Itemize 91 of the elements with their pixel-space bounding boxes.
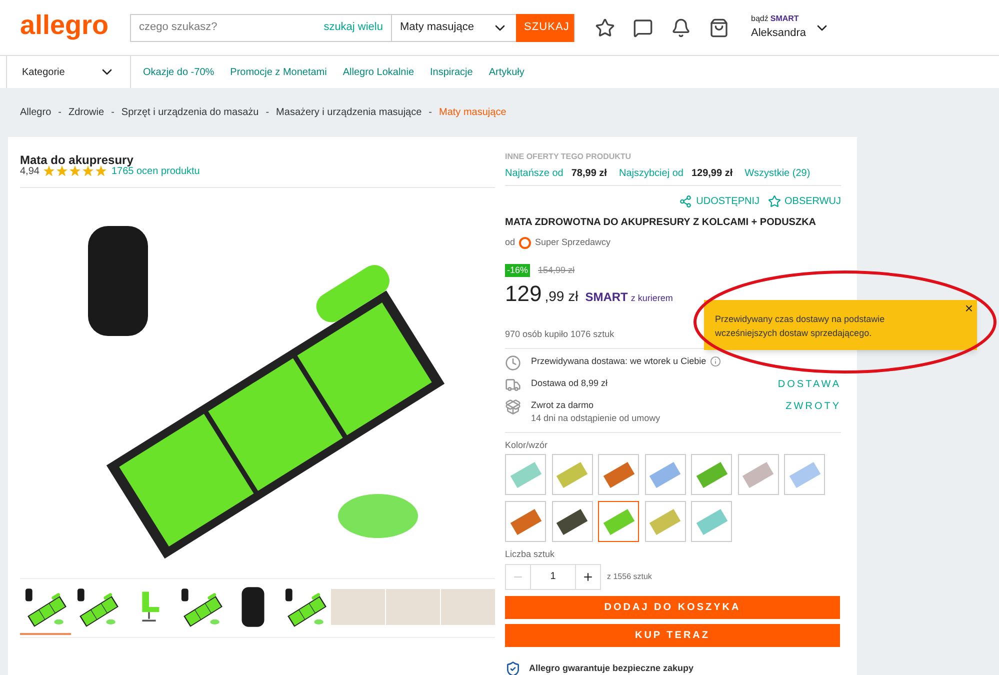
increment-button[interactable] [575,564,601,590]
color-swatch[interactable] [691,454,732,495]
clock-icon [505,354,521,370]
color-label: Kolor/wzór [505,438,549,452]
guarantee-text: Allegro gwarantuje bezpieczne zakupy [529,662,694,675]
offer-price: 129,99 zł [691,167,733,181]
breadcrumb-link[interactable]: Sprzęt i urządzenia do masażu [121,105,259,120]
box-icon [505,398,521,414]
chat-icon[interactable] [633,18,653,38]
breadcrumb-separator: - [58,106,62,120]
old-price: 154,99 zł [538,264,575,276]
breadcrumb-separator: - [266,106,270,120]
price-cents: ,99 zł [544,287,578,306]
search-button[interactable]: SZUKAJ [516,14,574,42]
bag-icon[interactable] [709,18,729,38]
search-many-link[interactable]: szukaj wielu [316,19,391,36]
close-button[interactable]: × [964,301,973,315]
photo-placeholder [386,589,440,625]
bell-icon[interactable] [671,18,691,38]
all-offers-link[interactable]: Wszystkie (29) [744,166,810,181]
star-icon [82,165,94,177]
offer-price: 78,99 zł [571,167,607,181]
price-main: 129 [505,280,542,308]
star-icon [768,195,780,208]
offer-link[interactable]: Najtańsze od [505,166,564,181]
add-to-cart-button[interactable]: DODAJ DO KOSZYKA [505,596,840,619]
delivery-text: Dostawa od 8,99 zł [531,376,608,390]
nav-link[interactable]: Allegro Lokalnie [342,64,414,80]
delivery-link[interactable]: ZWROTY [786,398,841,414]
star-icon [56,165,68,177]
info-icon[interactable] [710,356,722,367]
color-swatch[interactable] [691,501,732,542]
quantity-label: Liczba sztuk [505,548,556,561]
shield-icon [505,661,521,675]
color-swatch[interactable] [552,501,593,542]
bag-icon [240,584,266,630]
category-value: Maty masujące [400,20,474,36]
color-swatch[interactable] [644,454,686,495]
logo[interactable]: allegro [20,5,130,46]
smart-prefix: bądź [751,13,768,26]
star-icon [43,165,56,177]
breadcrumb-separator: - [428,106,432,120]
color-swatch[interactable] [784,454,826,495]
breadcrumb-link[interactable]: Masażery i urządzenia masujące [276,105,422,120]
photo-placeholder [330,589,385,625]
star-icon [95,165,108,177]
categories-dropdown[interactable]: Kategorie [6,56,131,88]
courier-text: z kurierem [630,292,673,305]
stock-text: z 1556 sztuk [607,570,652,582]
search-field[interactable]: czego szukasz? [131,19,316,36]
nav-link[interactable]: Promocje z Monetami [230,64,327,80]
nav-link[interactable]: Artykuły [488,64,524,80]
smart-label: SMART [770,13,799,26]
plus-icon [582,570,594,582]
photo-placeholder [440,589,495,625]
rating-value: 4,94 [20,164,40,178]
product-name: Mata do akupresury [20,152,134,167]
color-swatch[interactable] [644,501,686,542]
offer-title: MATA ZDROWOTNA DO AKUPRESURY Z KOLCAMI + PODUSZKA [505,216,816,230]
share-icon [679,195,692,208]
star-icon [69,165,82,177]
seller-name: Super Sprzedawcy [535,236,611,249]
color-swatch[interactable] [505,454,546,495]
delivery-subtext: 14 dni na odstąpienie od umowy [531,412,662,425]
categories-label: Kategorie [22,66,65,80]
breadcrumb-separator: - [111,106,114,120]
smart-label: SMART [585,289,628,306]
quantity-field[interactable]: 1 [531,564,575,590]
nav-link[interactable]: Okazje do -70% [143,64,214,80]
star-icon[interactable] [595,18,615,38]
offer-link[interactable]: Najszybciej od [618,166,684,181]
color-swatch[interactable] [505,501,546,542]
breadcrumb-link[interactable]: Allegro [20,105,52,120]
delivery-text: Przewidywana dostawa: we wtorek u Ciebie [531,354,706,368]
buy-now-button[interactable]: KUP TERAZ [505,624,840,647]
color-swatch[interactable] [598,501,640,542]
discount-badge: -16% [505,264,530,277]
watch-button[interactable]: OBSERWUJ [768,194,841,209]
breadcrumb-link[interactable]: Zdrowie [68,105,104,120]
color-swatch[interactable] [552,454,593,495]
delivery-link[interactable]: DOSTAWA [778,376,841,392]
truck-icon [505,376,521,392]
seller-prefix: od [505,236,516,249]
color-swatch[interactable] [598,454,640,495]
share-button[interactable]: UDOSTĘPNIJ [679,194,760,209]
other-offers-heading: INNE OFERTY TEGO PRODUKTU [505,151,632,163]
breadcrumb-link[interactable]: Maty masujące [439,105,506,120]
nav-link[interactable]: Inspiracje [430,64,473,80]
delivery-text: Zwrot za darmo [531,398,594,412]
user-name[interactable]: Aleksandra [751,25,806,42]
color-swatch[interactable] [738,454,779,495]
